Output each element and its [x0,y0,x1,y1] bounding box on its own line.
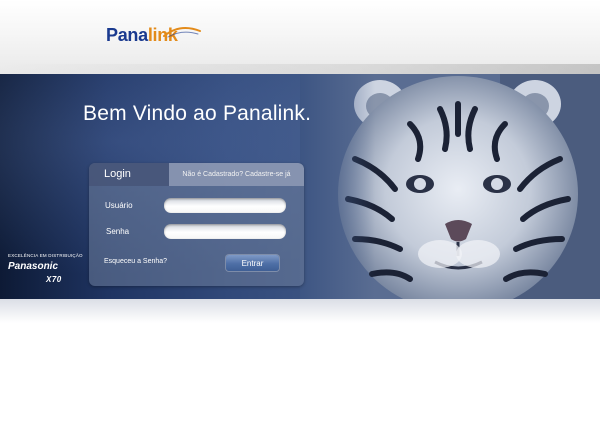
tab-register[interactable]: Não é Cadastrado? Cadastre-se já [169,163,304,186]
brand-tagline: EXCELÊNCIA EM DISTRIBUIÇÃO [8,253,83,258]
hero-banner: Bem Vindo ao Panalink. Login Não é Cadas… [0,74,600,299]
login-panel: Login Não é Cadastrado? Cadastre-se já U… [89,163,304,286]
logo-text-pana: Pana [106,25,148,45]
password-label: Senha [106,227,130,236]
username-input[interactable] [164,198,286,213]
banner-reflection [0,299,600,323]
header-bar: Panalink [0,0,600,74]
brand-model: X70 [46,275,62,284]
login-panel-header: Login Não é Cadastrado? Cadastre-se já [89,163,304,186]
tab-login[interactable]: Login [89,163,169,186]
welcome-heading: Bem Vindo ao Panalink. [83,102,312,125]
forgot-password-link[interactable]: Esqueceu a Senha? [104,258,167,265]
username-label: Usuário [105,201,133,210]
login-button[interactable]: Entrar [226,255,279,271]
swoosh-icon [163,26,201,38]
panasonic-brand-badge: EXCELÊNCIA EM DISTRIBUIÇÃO Panasonic X70 [0,247,83,294]
panalink-logo[interactable]: Panalink [106,22,201,48]
brand-name: Panasonic [8,261,59,272]
white-tiger-image [300,74,600,299]
password-input[interactable] [164,224,286,239]
